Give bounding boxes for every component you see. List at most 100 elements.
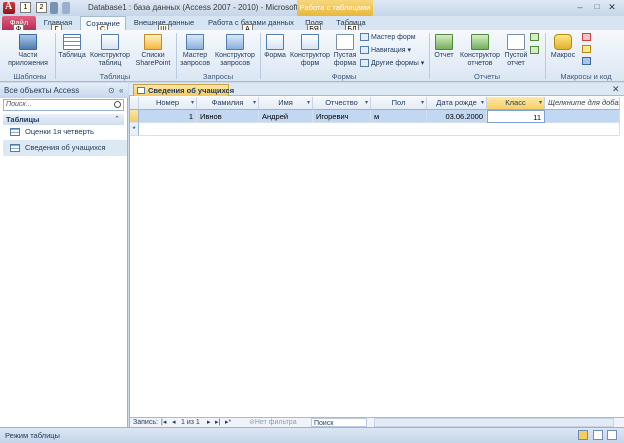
cell-birthdate[interactable]: 03.06.2000 — [427, 110, 487, 123]
chevron-down-icon[interactable]: ▾ — [253, 97, 256, 109]
nav-search-input[interactable]: Поиск... — [3, 99, 124, 111]
cell-surname[interactable]: Ивнов — [197, 110, 259, 123]
table-icon — [137, 87, 145, 94]
query-wizard-button[interactable]: Мастер запросов — [179, 34, 211, 68]
qat-keytip-2: 2 — [36, 2, 47, 13]
form-icon — [266, 34, 284, 50]
status-mode: Режим таблицы — [5, 431, 60, 440]
status-bar: Режим таблицы — [0, 427, 624, 443]
table-button[interactable]: Таблица — [58, 34, 86, 60]
report-wizard-button[interactable] — [530, 33, 541, 41]
cell-class[interactable]: 11 — [487, 110, 545, 123]
cell-patronymic[interactable]: Игоревич — [313, 110, 371, 123]
query-design-button[interactable]: Конструктор запросов — [213, 34, 257, 68]
access-app-icon[interactable] — [3, 1, 15, 14]
more-forms-icon — [360, 59, 369, 68]
nav-item-grades[interactable]: Оценки 1я четверть — [3, 124, 127, 140]
datasheet-view-icon[interactable] — [578, 430, 588, 440]
blank-report-button[interactable]: Пустой отчет — [503, 34, 529, 68]
report-wizard-icon — [530, 33, 539, 41]
column-header-class[interactable]: Класс ▾ — [487, 97, 545, 110]
form-button[interactable]: Форма — [262, 34, 288, 60]
report-design-button[interactable]: Конструктор отчетов — [458, 34, 502, 68]
chevron-down-icon[interactable]: ▾ — [191, 97, 194, 109]
next-record-icon[interactable]: ▸ — [207, 418, 211, 427]
table-design-button[interactable]: Конструктор таблиц — [88, 34, 132, 68]
group-separator — [545, 33, 546, 79]
column-header-label: Отчество — [325, 98, 358, 107]
report-design-icon — [471, 34, 489, 50]
maximize-button[interactable]: □ — [591, 2, 603, 13]
horizontal-scrollbar[interactable] — [374, 418, 614, 427]
record-position[interactable]: 1 из 1 — [181, 418, 200, 427]
visual-basic-button[interactable] — [582, 57, 593, 65]
cell-name[interactable]: Андрей — [259, 110, 313, 123]
column-header-gender[interactable]: Пол ▾ — [371, 97, 427, 110]
app-parts-button[interactable]: Части приложения — [8, 34, 48, 68]
group-macros: Макросы и код — [560, 72, 612, 81]
nav-pane-header[interactable]: Все объекты Access ⊙ « — [0, 83, 128, 98]
blank-form-label: Пустая форма — [333, 52, 357, 67]
column-header-number[interactable]: Номер ▾ — [139, 97, 197, 110]
context-tab-label: Работа с таблицами — [297, 0, 373, 16]
form-wizard-button[interactable]: Мастер форм — [360, 33, 416, 41]
group-separator — [260, 33, 261, 79]
cell-add-column[interactable] — [545, 110, 620, 123]
document-tab-label: Сведения об учащихся — [148, 86, 235, 95]
last-record-icon[interactable]: ▸| — [215, 418, 220, 427]
sharepoint-lists-button[interactable]: Списки SharePoint — [134, 34, 172, 68]
row-selector[interactable] — [130, 110, 139, 123]
customize-qat-icon[interactable] — [62, 2, 70, 14]
close-document-icon[interactable]: ✕ — [612, 84, 620, 95]
chevron-down-icon[interactable]: ▾ — [539, 97, 542, 109]
column-header-surname[interactable]: Фамилия ▾ — [197, 97, 259, 110]
document-tab-students[interactable]: Сведения об учащихся — [133, 84, 234, 96]
cell-number[interactable]: 1 — [139, 110, 197, 123]
column-header-birthdate[interactable]: Дата рожде ▾ — [427, 97, 487, 110]
query-wizard-label: Мастер запросов — [180, 52, 210, 67]
chevron-down-icon[interactable]: ▾ — [421, 97, 424, 109]
previous-record-icon[interactable]: ◂ — [172, 418, 176, 427]
new-record-row[interactable] — [139, 123, 620, 136]
column-header-patronymic[interactable]: Отчество ▾ — [313, 97, 371, 110]
new-record-icon[interactable]: ▸* — [225, 418, 231, 427]
filter-indicator[interactable]: ⊘ Нет фильтра — [249, 418, 297, 427]
undo-icon[interactable] — [50, 2, 58, 14]
table-icon — [10, 128, 20, 136]
class-module-icon — [582, 45, 591, 53]
qat-keytip-1: 1 — [20, 2, 31, 13]
column-header-name[interactable]: Имя ▾ — [259, 97, 313, 110]
select-all-corner[interactable] — [130, 97, 139, 110]
first-record-icon[interactable]: |◂ — [161, 418, 166, 427]
minimize-button[interactable]: – — [574, 2, 586, 13]
chevron-down-icon[interactable]: ▾ — [365, 97, 368, 109]
column-header-label: Фамилия — [211, 98, 244, 107]
chevron-down-icon[interactable]: ▾ — [481, 97, 484, 109]
record-search-input[interactable]: Поиск — [311, 418, 367, 427]
class-module-button[interactable] — [582, 45, 593, 53]
cell-gender[interactable]: м — [371, 110, 427, 123]
nav-item-students[interactable]: Сведения об учащихся — [3, 140, 127, 156]
close-window-button[interactable]: ✕ — [606, 2, 618, 13]
report-button[interactable]: Отчет — [432, 34, 456, 60]
module-button[interactable] — [582, 33, 593, 41]
more-forms-dropdown[interactable]: Другие формы ▾ — [360, 59, 424, 68]
navigation-dropdown[interactable]: Навигация ▾ — [360, 46, 411, 55]
chevron-down-icon[interactable]: ▾ — [307, 97, 310, 109]
pivot-table-view-icon[interactable] — [593, 430, 603, 440]
shutter-bar-close-icon[interactable]: « — [119, 83, 123, 98]
form-design-button[interactable]: Конструктор форм — [289, 34, 331, 68]
blank-form-button[interactable]: Пустая форма — [332, 34, 358, 68]
labels-button[interactable] — [530, 46, 541, 54]
new-row-marker[interactable]: * — [130, 123, 139, 136]
more-forms-label: Другие формы — [371, 60, 419, 67]
report-label: Отчет — [434, 52, 454, 59]
group-forms: Формы — [331, 72, 357, 81]
form-wizard-icon — [360, 33, 369, 41]
add-column-header[interactable]: Щелкните для добавления — [545, 97, 620, 110]
design-view-icon[interactable] — [607, 430, 617, 440]
macro-button[interactable]: Макрос — [548, 34, 578, 60]
nav-menu-chevron-icon[interactable]: ⊙ — [108, 83, 115, 98]
table-icon — [63, 34, 81, 50]
search-icon[interactable] — [114, 101, 121, 108]
